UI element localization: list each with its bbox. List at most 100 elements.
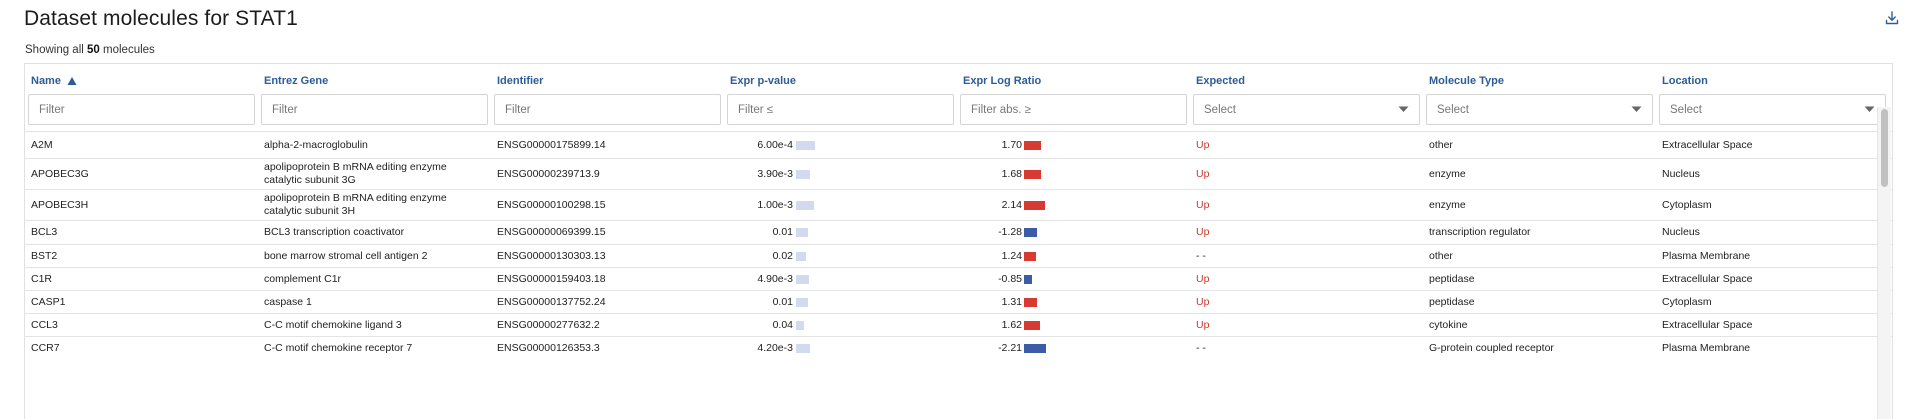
table-row[interactable]: A2M alpha-2-macroglobulin ENSG00000175899.…	[25, 131, 1892, 158]
molecules-table: Name Entrez Gene Identifier Expr p-value…	[24, 63, 1893, 419]
column-header-expr-p-value[interactable]: Expr p-value	[724, 64, 957, 94]
molecule-type-select[interactable]: Select	[1426, 94, 1653, 125]
cell-molecule-type: cytokine	[1429, 318, 1468, 331]
cell-entrez-gene: complement C1r	[264, 272, 342, 285]
name-filter-input[interactable]: Filter	[28, 94, 255, 125]
p-value-bar	[796, 228, 808, 237]
cell-p-value: 0.04	[772, 318, 793, 331]
cell-location: Extracellular Space	[1662, 318, 1753, 331]
p-value-bar	[796, 297, 808, 307]
cell-molecule-type: enzyme	[1429, 167, 1466, 180]
table-body: A2M alpha-2-macroglobulin ENSG00000175899.…	[25, 131, 1892, 359]
log-ratio-bar	[1024, 200, 1045, 210]
cell-location: Nucleus	[1662, 226, 1700, 238]
column-header-molecule-type[interactable]: Molecule Type	[1423, 64, 1656, 94]
cell-expected: Up	[1196, 272, 1210, 285]
cell-expected: Up	[1196, 226, 1210, 238]
cell-location: Nucleus	[1662, 167, 1700, 180]
cell-expected: Up	[1196, 198, 1210, 211]
cell-identifier: ENSG00000137752.24	[497, 295, 606, 308]
cell-entrez-gene: caspase 1	[264, 295, 312, 308]
location-select[interactable]: Select	[1659, 94, 1886, 125]
cell-log-ratio: 1.24	[1001, 249, 1022, 262]
column-header-location[interactable]: Location	[1656, 64, 1889, 94]
p-value-filter-input[interactable]: Filter ≤	[727, 94, 954, 125]
identifier-filter-input[interactable]: Filter	[494, 94, 721, 125]
table-scrollbar[interactable]	[1877, 107, 1891, 419]
cell-name[interactable]: C1R	[25, 268, 258, 290]
cell-location: Cytoplasm	[1662, 198, 1712, 211]
cell-expected: - -	[1196, 341, 1206, 354]
cell-p-value: 1.00e-3	[757, 198, 793, 211]
column-header-identifier[interactable]: Identifier	[491, 64, 724, 94]
column-header-name[interactable]: Name	[25, 64, 258, 94]
scrollbar-thumb[interactable]	[1881, 109, 1888, 187]
cell-entrez-gene: apolipoprotein B mRNA editing enzyme cat…	[264, 161, 447, 186]
cell-log-ratio: 1.68	[1001, 167, 1022, 180]
cell-location: Extracellular Space	[1662, 272, 1753, 285]
log-ratio-bar	[1024, 320, 1040, 330]
entrez-gene-filter-input[interactable]: Filter	[261, 94, 488, 125]
table-row[interactable]: C1R complement C1r ENSG00000159403.18 4.90e…	[25, 267, 1892, 290]
cell-expected: Up	[1196, 318, 1210, 331]
cell-name[interactable]: CCL3	[25, 314, 258, 336]
cell-log-ratio: 1.62	[1001, 318, 1022, 331]
table-row[interactable]: CASP1 caspase 1 ENSG00000137752.24 0.01 1.31…	[25, 290, 1892, 313]
cell-p-value: 4.90e-3	[757, 272, 793, 285]
table-header: Name Entrez Gene Identifier Expr p-value…	[25, 64, 1892, 94]
cell-name[interactable]: APOBEC3G	[25, 159, 258, 189]
cell-identifier: ENSG00000175899.14	[497, 138, 606, 151]
chevron-down-icon	[1631, 106, 1642, 112]
column-header-expected[interactable]: Expected	[1190, 64, 1423, 94]
cell-molecule-type: G-protein coupled receptor	[1429, 341, 1554, 354]
download-icon[interactable]	[1884, 10, 1900, 26]
column-header-expr-log-ratio[interactable]: Expr Log Ratio	[957, 64, 1190, 94]
table-row[interactable]: APOBEC3H apolipoprotein B mRNA editing en…	[25, 189, 1892, 220]
cell-location: Cytoplasm	[1662, 295, 1712, 308]
p-value-bar	[796, 320, 804, 330]
expected-select[interactable]: Select	[1193, 94, 1420, 125]
cell-entrez-gene: C-C motif chemokine ligand 3	[264, 318, 402, 331]
cell-log-ratio: -0.85	[998, 272, 1022, 285]
cell-p-value: 0.01	[772, 295, 793, 308]
cell-molecule-type: peptidase	[1429, 295, 1475, 308]
log-ratio-bar	[1024, 251, 1036, 261]
cell-molecule-type: transcription regulator	[1429, 226, 1531, 238]
table-row[interactable]: CCL3 C-C motif chemokine ligand 3 ENSG0000…	[25, 313, 1892, 336]
cell-molecule-type: other	[1429, 138, 1453, 151]
cell-entrez-gene: bone marrow stromal cell antigen 2	[264, 249, 428, 262]
filter-row: Filter Filter Filter Filter ≤ Filter abs…	[25, 94, 1892, 131]
log-ratio-filter-input[interactable]: Filter abs. ≥	[960, 94, 1187, 125]
cell-log-ratio: 1.70	[1001, 138, 1022, 151]
table-row[interactable]: CCR7 C-C motif chemokine receptor 7 ENSG00…	[25, 336, 1892, 359]
p-value-bar	[796, 169, 810, 179]
cell-entrez-gene: alpha-2-macroglobulin	[264, 138, 368, 151]
column-header-entrez-gene[interactable]: Entrez Gene	[258, 64, 491, 94]
log-ratio-bar	[1024, 140, 1041, 150]
cell-name[interactable]: CASP1	[25, 291, 258, 313]
p-value-bar	[796, 251, 806, 261]
table-row[interactable]: BST2 bone marrow stromal cell antigen 2 EN…	[25, 244, 1892, 267]
cell-molecule-type: other	[1429, 249, 1453, 262]
cell-p-value: 0.01	[772, 226, 793, 238]
table-row[interactable]: APOBEC3G apolipoprotein B mRNA editing en…	[25, 158, 1892, 189]
log-ratio-bar	[1024, 343, 1046, 353]
cell-name[interactable]: BCL3	[25, 221, 258, 244]
cell-molecule-type: enzyme	[1429, 198, 1466, 211]
cell-p-value: 0.02	[772, 249, 793, 262]
cell-identifier: ENSG00000100298.15	[497, 198, 606, 211]
cell-expected: Up	[1196, 295, 1210, 308]
cell-name[interactable]: BST2	[25, 245, 258, 267]
log-ratio-bar	[1024, 169, 1041, 179]
cell-location: Plasma Membrane	[1662, 341, 1751, 354]
cell-log-ratio: -2.21	[998, 341, 1022, 354]
cell-name[interactable]: APOBEC3H	[25, 190, 258, 220]
sort-ascending-icon[interactable]	[67, 76, 77, 86]
table-row[interactable]: BCL3 BCL3 transcription coactivator ENSG00…	[25, 220, 1892, 244]
cell-p-value: 6.00e-4	[757, 138, 793, 151]
chevron-down-icon	[1398, 106, 1409, 112]
cell-name[interactable]: A2M	[25, 132, 258, 158]
log-ratio-bar	[1024, 297, 1037, 307]
cell-name[interactable]: CCR7	[25, 337, 258, 359]
cell-p-value: 3.90e-3	[757, 167, 793, 180]
